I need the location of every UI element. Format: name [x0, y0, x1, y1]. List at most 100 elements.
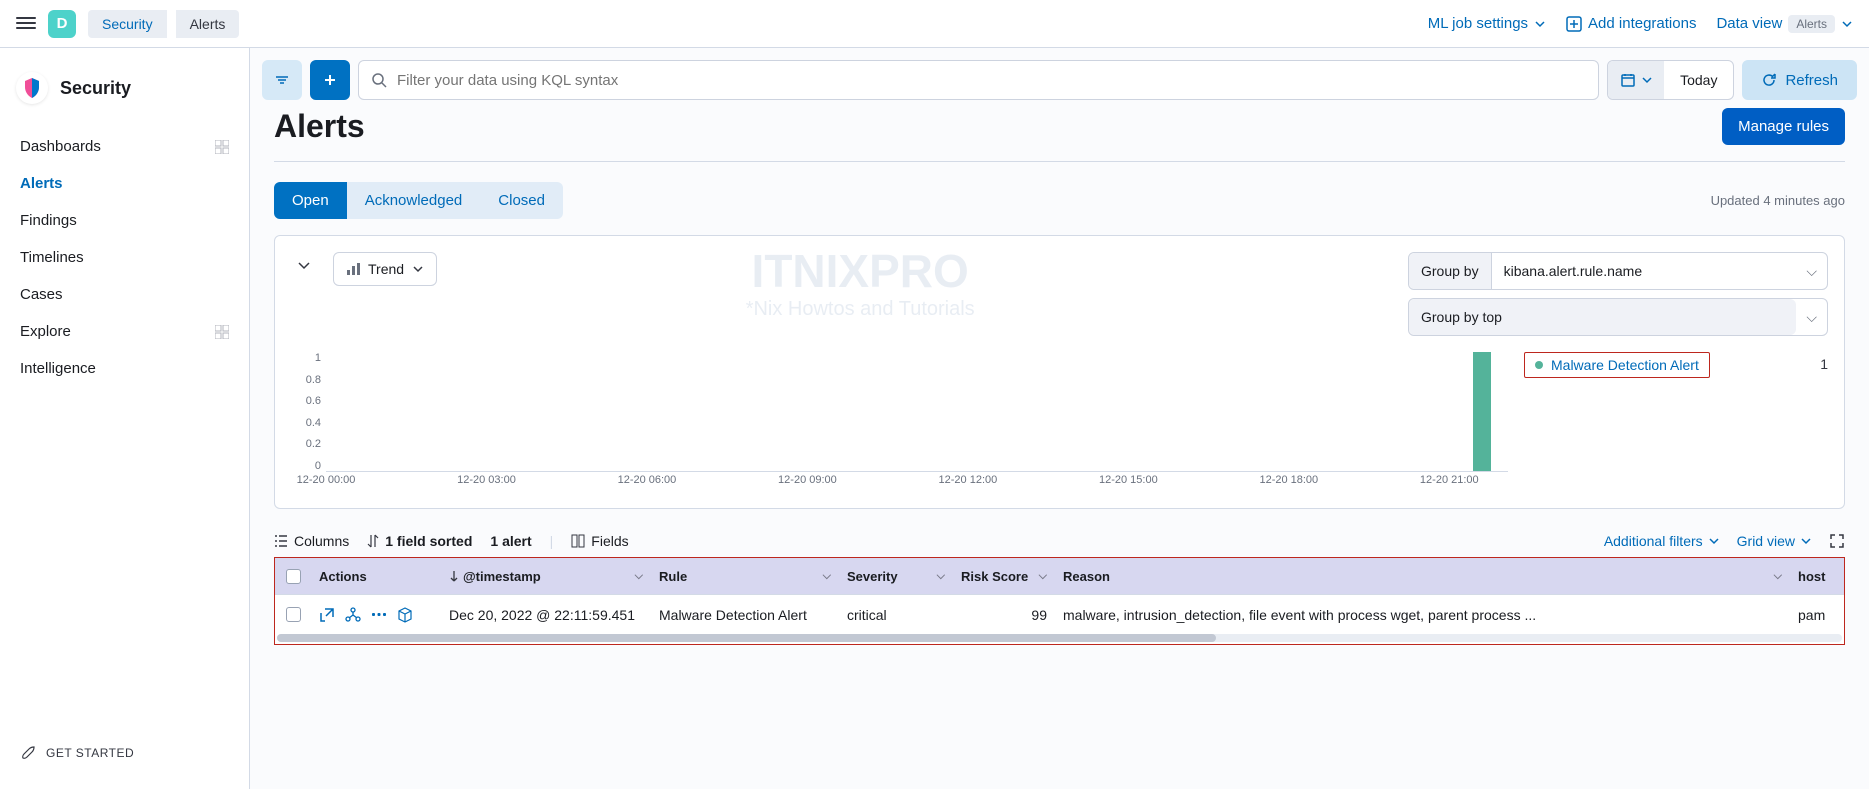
add-integrations[interactable]: Add integrations [1566, 15, 1696, 32]
sort-icon [367, 534, 379, 548]
chart-controls: Trend Group by kibana.alert.rule.name ⌵ … [291, 252, 1828, 336]
date-picker-label[interactable]: Today [1664, 61, 1733, 99]
scrollbar-thumb[interactable] [277, 634, 1216, 642]
alert-count: 1 alert [490, 533, 531, 549]
sidebar-item-findings[interactable]: Findings [0, 202, 249, 239]
security-app-icon [16, 72, 48, 104]
sidebar-item-label: Timelines [20, 249, 84, 266]
additional-filters-button[interactable]: Additional filters [1604, 533, 1719, 549]
updated-text: Updated 4 minutes ago [1711, 193, 1845, 208]
chevron-down-icon [297, 258, 311, 272]
fields-button[interactable]: Fields [571, 533, 628, 549]
more-icon[interactable] [371, 607, 387, 623]
tab-closed[interactable]: Closed [480, 182, 563, 219]
space-badge[interactable]: D [48, 10, 76, 38]
column-rule[interactable]: Rule⌵ [651, 569, 839, 584]
column-risk[interactable]: Risk Score⌵ [953, 569, 1055, 584]
search-icon [371, 72, 387, 88]
column-host[interactable]: host [1790, 569, 1844, 584]
manage-rules-button[interactable]: Manage rules [1722, 108, 1845, 145]
grid-view-button[interactable]: Grid view [1737, 533, 1811, 549]
x-axis: 12-20 00:00 12-20 03:00 12-20 06:00 12-2… [326, 474, 1508, 492]
filter-menu-button[interactable] [262, 60, 302, 100]
group-by-top-select[interactable]: Group by top ⌵ [1408, 298, 1828, 336]
cell-severity: critical [839, 607, 953, 623]
topbar: D Security Alerts ML job settings Add in… [0, 0, 1869, 48]
plus-square-icon [1566, 16, 1582, 32]
column-reason[interactable]: Reason⌵ [1055, 569, 1790, 584]
sort-desc-icon [449, 570, 459, 582]
rocket-icon [20, 745, 36, 761]
chart-body: 1 0.8 0.6 0.4 0.2 0 12-20 00:00 12-20 03… [291, 352, 1828, 492]
chart-type-select[interactable]: Trend [333, 252, 437, 286]
row-select[interactable] [275, 607, 311, 622]
sidebar-item-cases[interactable]: Cases [0, 276, 249, 313]
y-tick: 0.6 [306, 395, 321, 407]
main-content: Today Refresh Alerts Manage rules Open A… [250, 48, 1869, 789]
alerts-table: Actions @timestamp ⌵ Rule⌵ Severity⌵ Ris… [274, 557, 1845, 645]
chart-panel: ITNIXPRO *Nix Howtos and Tutorials Trend… [274, 235, 1845, 509]
tab-acknowledged[interactable]: Acknowledged [347, 182, 481, 219]
chevron-down-icon: ⌵ [937, 570, 945, 583]
kql-input[interactable] [397, 72, 1586, 89]
date-picker[interactable]: Today [1607, 60, 1734, 100]
analyze-icon[interactable] [345, 607, 361, 623]
x-tick: 12-20 12:00 [939, 474, 998, 492]
expand-icon[interactable] [319, 607, 335, 623]
cube-icon[interactable] [397, 607, 413, 623]
topbar-right: ML job settings Add integrations Data vi… [1428, 15, 1853, 33]
sidebar: Security Dashboards Alerts Findings Time… [0, 48, 250, 789]
breadcrumb-separator [166, 10, 176, 38]
chart-bar [1473, 352, 1491, 471]
fullscreen-icon [1829, 533, 1845, 549]
date-picker-calendar-button[interactable] [1608, 61, 1664, 99]
additional-filters-label: Additional filters [1604, 533, 1703, 549]
select-all[interactable] [275, 569, 311, 584]
get-started-button[interactable]: GET STARTED [0, 729, 249, 777]
horizontal-scrollbar[interactable] [277, 634, 1842, 642]
sidebar-item-explore[interactable]: Explore [0, 313, 249, 350]
list-icon [274, 534, 288, 548]
status-tabs: Open Acknowledged Closed [274, 182, 563, 219]
x-tick: 12-20 06:00 [618, 474, 677, 492]
group-controls: Group by kibana.alert.rule.name ⌵ Group … [1408, 252, 1828, 336]
chevron-down-icon: ⌵ [1796, 309, 1827, 326]
columns-label: Columns [294, 533, 349, 549]
chart-legend: Malware Detection Alert 1 [1508, 352, 1828, 492]
sidebar-item-timelines[interactable]: Timelines [0, 239, 249, 276]
query-bar: Today Refresh [250, 48, 1869, 100]
column-severity[interactable]: Severity⌵ [839, 569, 953, 584]
x-tick: 12-20 15:00 [1099, 474, 1158, 492]
breadcrumb-security[interactable]: Security [88, 10, 167, 38]
sidebar-item-label: Intelligence [20, 360, 96, 377]
refresh-button[interactable]: Refresh [1742, 60, 1857, 100]
ml-job-label: ML job settings [1428, 15, 1528, 32]
status-tabs-row: Open Acknowledged Closed Updated 4 minut… [250, 162, 1869, 219]
sidebar-item-label: Cases [20, 286, 63, 303]
nav-toggle[interactable] [16, 14, 36, 34]
cell-host: pam [1790, 607, 1844, 623]
y-axis: 1 0.8 0.6 0.4 0.2 0 [291, 352, 321, 472]
checkbox-icon [286, 569, 301, 584]
fullscreen-button[interactable] [1829, 533, 1845, 549]
columns-button[interactable]: Columns [274, 533, 349, 549]
table-row[interactable]: Dec 20, 2022 @ 22:11:59.451 Malware Dete… [275, 594, 1844, 634]
tab-open[interactable]: Open [274, 182, 347, 219]
sidebar-item-label: Dashboards [20, 138, 101, 155]
kql-input-wrapper[interactable] [358, 60, 1599, 100]
sort-button[interactable]: 1 field sorted [367, 533, 472, 549]
fields-label: Fields [591, 533, 628, 549]
group-by-top-label: Group by top [1409, 299, 1796, 335]
chart-collapse-toggle[interactable] [291, 252, 317, 278]
add-filter-button[interactable] [310, 60, 350, 100]
ml-job-settings[interactable]: ML job settings [1428, 15, 1546, 32]
sidebar-item-dashboards[interactable]: Dashboards [0, 128, 249, 165]
sidebar-item-intelligence[interactable]: Intelligence [0, 350, 249, 387]
group-by-select[interactable]: Group by kibana.alert.rule.name ⌵ [1408, 252, 1828, 290]
legend-item[interactable]: Malware Detection Alert [1524, 352, 1710, 378]
chevron-down-icon [412, 263, 424, 275]
data-view[interactable]: Data view Alerts [1716, 15, 1853, 33]
sidebar-item-label: Findings [20, 212, 77, 229]
column-timestamp[interactable]: @timestamp ⌵ [441, 569, 651, 584]
sidebar-item-alerts[interactable]: Alerts [0, 165, 249, 202]
